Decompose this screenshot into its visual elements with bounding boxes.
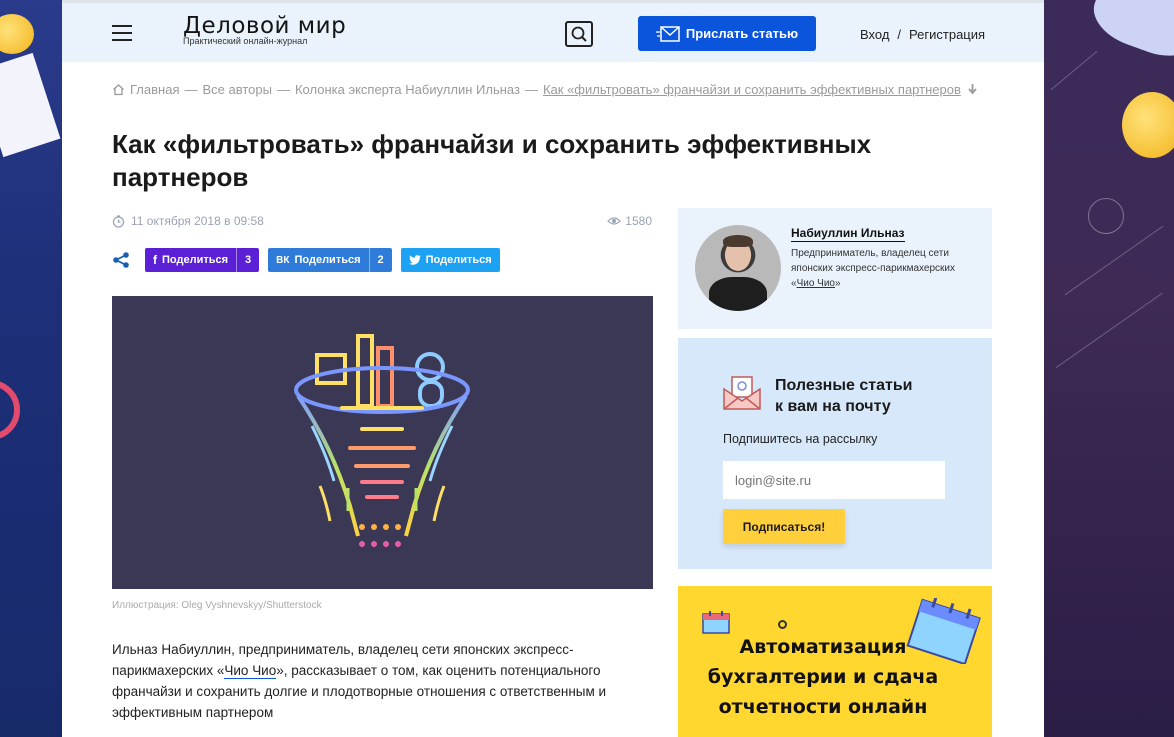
newsletter-title: Полезные статьи к вам на почту: [775, 375, 913, 417]
breadcrumb: Главная — Все авторы — Колонка эксперта …: [112, 82, 979, 97]
dot-decoration: [778, 620, 787, 629]
main-content: Главная — Все авторы — Колонка эксперта …: [62, 62, 1044, 737]
paper-decoration: [0, 52, 61, 158]
newsletter-title-line2: к вам на почту: [775, 398, 891, 415]
article-date: 11 октября 2018 в 09:58: [112, 214, 264, 228]
twitter-icon: [408, 255, 421, 265]
circle-decoration: [1088, 198, 1124, 234]
facebook-icon: f: [153, 253, 157, 267]
search-icon[interactable]: [565, 21, 593, 47]
mail-send-icon: [655, 25, 680, 42]
subscribe-button[interactable]: Подписаться!: [723, 509, 845, 544]
auth-links: Вход / Регистрация: [860, 27, 985, 42]
breadcrumb-home[interactable]: Главная: [130, 82, 179, 97]
register-link[interactable]: Регистрация: [909, 27, 985, 42]
arrow-down-icon[interactable]: [966, 83, 979, 96]
home-icon[interactable]: [112, 83, 125, 96]
vk-share-label: Поделиться: [294, 254, 361, 266]
vk-share-count: 2: [368, 248, 392, 272]
author-card: Набиуллин Ильназ Предприниматель, владел…: [678, 208, 992, 329]
right-background-decoration: [1044, 0, 1174, 737]
line-decoration: [1064, 225, 1164, 296]
vk-share-button[interactable]: ВК Поделиться 2: [268, 248, 392, 272]
promo-line3: отчетности онлайн: [718, 696, 928, 718]
breadcrumb-separator: —: [524, 82, 538, 97]
share-icon[interactable]: [112, 251, 130, 269]
view-count: 1580: [607, 214, 652, 228]
author-name-link[interactable]: Набиуллин Ильназ: [791, 226, 905, 242]
promo-text: Автоматизация бухгалтерии и сдача отчетн…: [698, 632, 948, 722]
facebook-share-count: 3: [236, 248, 259, 272]
facebook-share-label: Поделиться: [162, 254, 229, 266]
author-description: Предприниматель, владелец сети японских …: [791, 246, 981, 291]
menu-icon[interactable]: [112, 25, 132, 41]
calendar-icon: [702, 611, 730, 634]
envelope-icon: [723, 376, 761, 410]
chio-chio-link[interactable]: Чио Чио: [224, 663, 277, 679]
views-text: 1580: [625, 214, 652, 228]
author-desc-end: »: [834, 278, 841, 289]
site-logo[interactable]: Деловой мир Практический онлайн-журнал: [183, 14, 346, 46]
send-article-button[interactable]: Прислать статью: [638, 16, 816, 51]
twitter-share-label: Поделиться: [425, 254, 492, 266]
funnel-illustration: [294, 334, 470, 547]
breadcrumb-separator: —: [276, 82, 290, 97]
eye-icon: [607, 217, 622, 225]
facebook-share-button[interactable]: f Поделиться 3: [145, 248, 260, 272]
breadcrumb-current[interactable]: Как «фильтровать» франчайзи и сохранить …: [543, 82, 961, 97]
clock-icon: [112, 214, 125, 228]
ring-decoration: [0, 380, 20, 440]
promo-line2: бухгалтерии и сдача: [707, 666, 939, 688]
breadcrumb-separator: —: [184, 82, 198, 97]
line-decoration: [1050, 50, 1098, 91]
promo-line1: Автоматизация: [739, 636, 907, 658]
newsletter-title-line1: Полезные статьи: [775, 377, 913, 394]
article-lead: Ильназ Набиуллин, предприниматель, владе…: [112, 639, 652, 723]
email-field[interactable]: [723, 461, 945, 499]
promo-banner[interactable]: Автоматизация бухгалтерии и сдача отчетн…: [678, 586, 992, 737]
article-meta: 11 октября 2018 в 09:58 1580: [112, 214, 652, 228]
vk-icon: ВК: [276, 254, 290, 266]
breadcrumb-authors[interactable]: Все авторы: [202, 82, 271, 97]
breadcrumb-column[interactable]: Колонка эксперта Набиуллин Ильназ: [295, 82, 520, 97]
article-hero-image: [112, 296, 653, 589]
blob-decoration: [1085, 0, 1174, 67]
image-caption: Иллюстрация: Oleg Vyshnevskyy/Shuttersto…: [112, 600, 322, 611]
left-background-decoration: [0, 0, 62, 737]
auth-separator: /: [897, 27, 902, 42]
share-bar: f Поделиться 3 ВК Поделиться 2 Поделиться: [112, 248, 509, 272]
newsletter-widget: Полезные статьи к вам на почту Подпишите…: [678, 338, 992, 569]
avatar[interactable]: [695, 225, 781, 311]
article-title: Как «фильтровать» франчайзи и сохранить …: [112, 129, 872, 192]
coin-decoration: [1122, 92, 1174, 158]
author-chio-chio-link[interactable]: Чио Чио: [797, 278, 835, 289]
logo-title: Деловой мир: [183, 13, 347, 39]
login-link[interactable]: Вход: [860, 27, 889, 42]
site-header: Деловой мир Практический онлайн-журнал П…: [62, 0, 1044, 62]
line-decoration: [1055, 292, 1163, 369]
twitter-share-button[interactable]: Поделиться: [400, 248, 500, 272]
date-text: 11 октября 2018 в 09:58: [131, 214, 264, 228]
coin-decoration: [0, 14, 34, 54]
send-article-label: Прислать статью: [685, 26, 799, 41]
newsletter-subtitle: Подпишитесь на рассылку: [723, 432, 878, 446]
